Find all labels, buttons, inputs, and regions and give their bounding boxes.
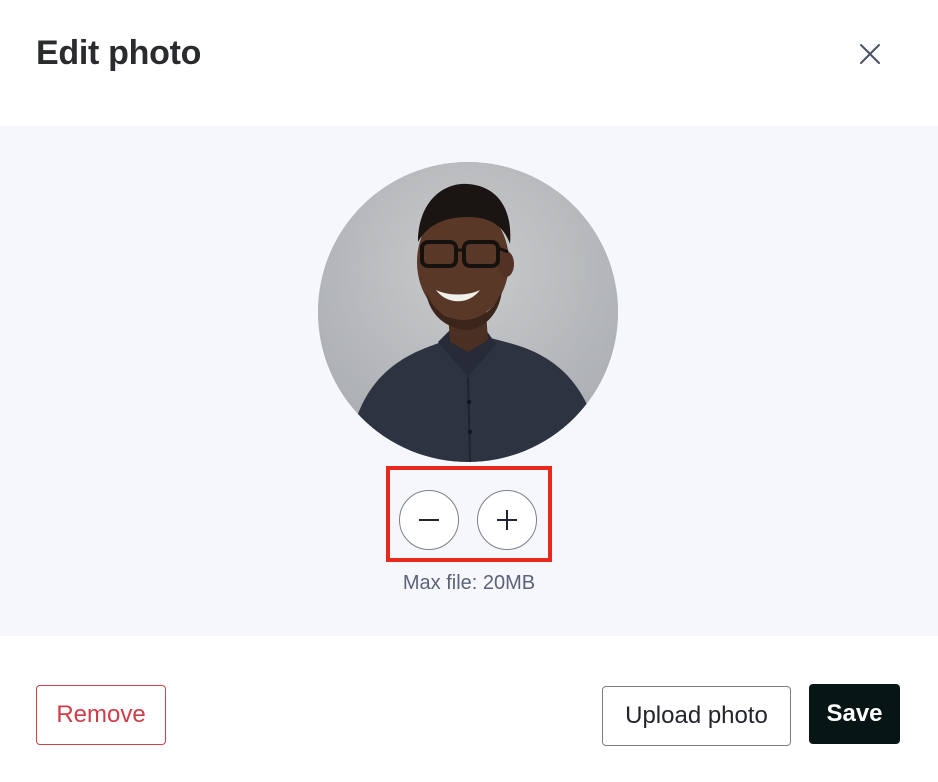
zoom-in-button[interactable]	[477, 490, 537, 550]
plus-icon	[497, 510, 517, 530]
max-file-size-text: Max file: 20MB	[402, 572, 536, 594]
person-photo	[318, 162, 618, 462]
remove-button[interactable]: Remove	[36, 685, 166, 745]
save-button[interactable]: Save	[809, 684, 900, 744]
dialog-header: Edit photo	[0, 0, 938, 126]
zoom-out-button[interactable]	[399, 490, 459, 550]
dialog-footer: Remove Upload photo Save	[0, 636, 938, 782]
upload-photo-button[interactable]: Upload photo	[602, 686, 791, 746]
close-icon	[860, 44, 880, 64]
minus-icon	[419, 519, 439, 521]
dialog-title: Edit photo	[36, 34, 202, 72]
photo-editor-area: Max file: 20MB	[0, 126, 938, 636]
zoom-controls	[386, 466, 552, 562]
close-button[interactable]	[852, 36, 888, 72]
profile-photo-preview[interactable]	[318, 162, 618, 462]
